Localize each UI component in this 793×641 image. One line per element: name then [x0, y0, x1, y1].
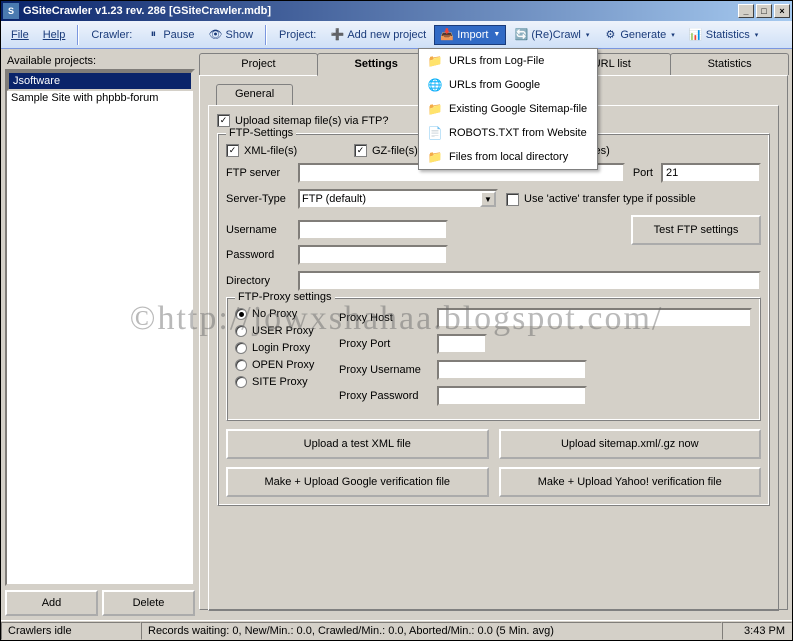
folder-icon: 📁 — [427, 101, 443, 117]
ftp-settings-group: FTP-Settings ✓XML-file(s) ✓GZ-file(s) (r… — [217, 133, 770, 506]
status-time: 3:43 PM — [722, 622, 792, 640]
close-button[interactable]: × — [774, 4, 790, 18]
google-verify-button[interactable]: Make + Upload Google verification file — [226, 467, 489, 497]
tab-statistics[interactable]: Statistics — [670, 53, 789, 75]
password-input[interactable] — [298, 245, 448, 265]
proxy-group: FTP-Proxy settings No Proxy USER Proxy L… — [226, 297, 761, 421]
tab-general[interactable]: General — [216, 84, 293, 106]
import-button[interactable]: 📥Import▼ — [434, 25, 506, 45]
import-urls-google[interactable]: 🌐URLs from Google — [419, 73, 597, 97]
project-label: Project: — [273, 26, 322, 44]
add-button[interactable]: Add — [5, 590, 98, 616]
directory-input[interactable] — [298, 271, 761, 291]
active-checkbox[interactable]: Use 'active' transfer type if possible — [506, 193, 696, 206]
chevron-down-icon: ▼ — [480, 191, 496, 207]
proxy-user-radio[interactable]: USER Proxy — [235, 325, 325, 337]
status-crawlers: Crawlers idle — [1, 622, 141, 640]
stats-icon: 📊 — [689, 28, 703, 42]
proxy-host-label: Proxy Host — [339, 312, 429, 324]
folder-icon: 📁 — [427, 149, 443, 165]
proxy-host-input[interactable] — [437, 308, 752, 328]
project-list[interactable]: Jsoftware Sample Site with phpbb-forum — [5, 69, 195, 586]
yahoo-verify-button[interactable]: Make + Upload Yahoo! verification file — [499, 467, 762, 497]
servertype-label: Server-Type — [226, 193, 290, 205]
port-label: Port — [633, 167, 653, 179]
minimize-button[interactable]: _ — [738, 4, 754, 18]
add-project-button[interactable]: ➕Add new project — [324, 25, 432, 45]
statistics-button[interactable]: 📊Statistics▾ — [683, 25, 765, 45]
proxy-user-label: Proxy Username — [339, 364, 429, 376]
maximize-button[interactable]: □ — [756, 4, 772, 18]
proxy-login-radio[interactable]: Login Proxy — [235, 342, 325, 354]
generate-icon: ⚙ — [603, 28, 617, 42]
window-title: GSiteCrawler v1.23 rev. 286 [GSiteCrawle… — [23, 5, 738, 17]
port-input[interactable] — [661, 163, 761, 183]
proxy-legend: FTP-Proxy settings — [235, 291, 335, 303]
proxy-port-input[interactable] — [437, 334, 487, 354]
upload-ftp-checkbox[interactable]: ✓Upload sitemap file(s) via FTP? — [217, 114, 388, 127]
globe-icon: 🌐 — [427, 77, 443, 93]
proxy-port-label: Proxy Port — [339, 338, 429, 350]
proxy-none-radio[interactable]: No Proxy — [235, 308, 325, 320]
proxy-open-radio[interactable]: OPEN Proxy — [235, 359, 325, 371]
project-item[interactable]: Sample Site with phpbb-forum — [7, 91, 193, 105]
pause-button[interactable]: ⏸Pause — [140, 25, 200, 45]
toolbar: File Help Crawler: ⏸Pause 👁Show Project:… — [1, 21, 792, 49]
test-ftp-button[interactable]: Test FTP settings — [631, 215, 761, 245]
username-input[interactable] — [298, 220, 448, 240]
ftp-legend: FTP-Settings — [226, 127, 296, 139]
import-files-local[interactable]: 📁Files from local directory — [419, 145, 597, 169]
password-label: Password — [226, 249, 290, 261]
upload-test-button[interactable]: Upload a test XML file — [226, 429, 489, 459]
status-records: Records waiting: 0, New/Min.: 0.0, Crawl… — [141, 622, 722, 640]
titlebar: S GSiteCrawler v1.23 rev. 286 [GSiteCraw… — [1, 1, 792, 21]
separator — [77, 25, 79, 45]
app-icon: S — [3, 3, 19, 19]
app-window: S GSiteCrawler v1.23 rev. 286 [GSiteCraw… — [0, 0, 793, 641]
sidebar: Available projects: Jsoftware Sample Sit… — [5, 53, 195, 616]
tab-project[interactable]: Project — [199, 53, 318, 75]
proxy-site-radio[interactable]: SITE Proxy — [235, 376, 325, 388]
show-icon: 👁 — [209, 28, 223, 42]
robots-icon: 📄 — [427, 125, 443, 141]
show-button[interactable]: 👁Show — [203, 25, 260, 45]
directory-label: Directory — [226, 275, 290, 287]
import-robots[interactable]: 📄ROBOTS.TXT from Website — [419, 121, 597, 145]
projects-label: Available projects: — [5, 53, 195, 69]
separator — [265, 25, 267, 45]
servertype-select[interactable]: FTP (default)▼ — [298, 189, 498, 209]
username-label: Username — [226, 224, 290, 236]
delete-button[interactable]: Delete — [102, 590, 195, 616]
recrawl-icon: 🔄 — [514, 28, 528, 42]
pause-icon: ⏸ — [146, 28, 160, 42]
server-label: FTP server — [226, 167, 290, 179]
proxy-pass-label: Proxy Password — [339, 390, 429, 402]
proxy-password-input[interactable] — [437, 386, 587, 406]
import-icon: 📥 — [440, 28, 454, 42]
import-dropdown: 📁URLs from Log-File 🌐URLs from Google 📁E… — [418, 48, 598, 170]
proxy-username-input[interactable] — [437, 360, 587, 380]
crawler-label: Crawler: — [85, 26, 138, 44]
project-item[interactable]: Jsoftware — [7, 71, 193, 91]
import-sitemap[interactable]: 📁Existing Google Sitemap-file — [419, 97, 597, 121]
xml-checkbox[interactable]: ✓XML-file(s) — [226, 144, 346, 157]
generate-button[interactable]: ⚙Generate▾ — [597, 25, 680, 45]
upload-now-button[interactable]: Upload sitemap.xml/.gz now — [499, 429, 762, 459]
add-icon: ➕ — [330, 28, 344, 42]
folder-icon: 📁 — [427, 53, 443, 69]
menu-help[interactable]: Help — [37, 26, 72, 44]
menu-file[interactable]: File — [5, 26, 35, 44]
recrawl-button[interactable]: 🔄(Re)Crawl▾ — [508, 25, 595, 45]
statusbar: Crawlers idle Records waiting: 0, New/Mi… — [1, 620, 792, 640]
import-urls-log[interactable]: 📁URLs from Log-File — [419, 49, 597, 73]
